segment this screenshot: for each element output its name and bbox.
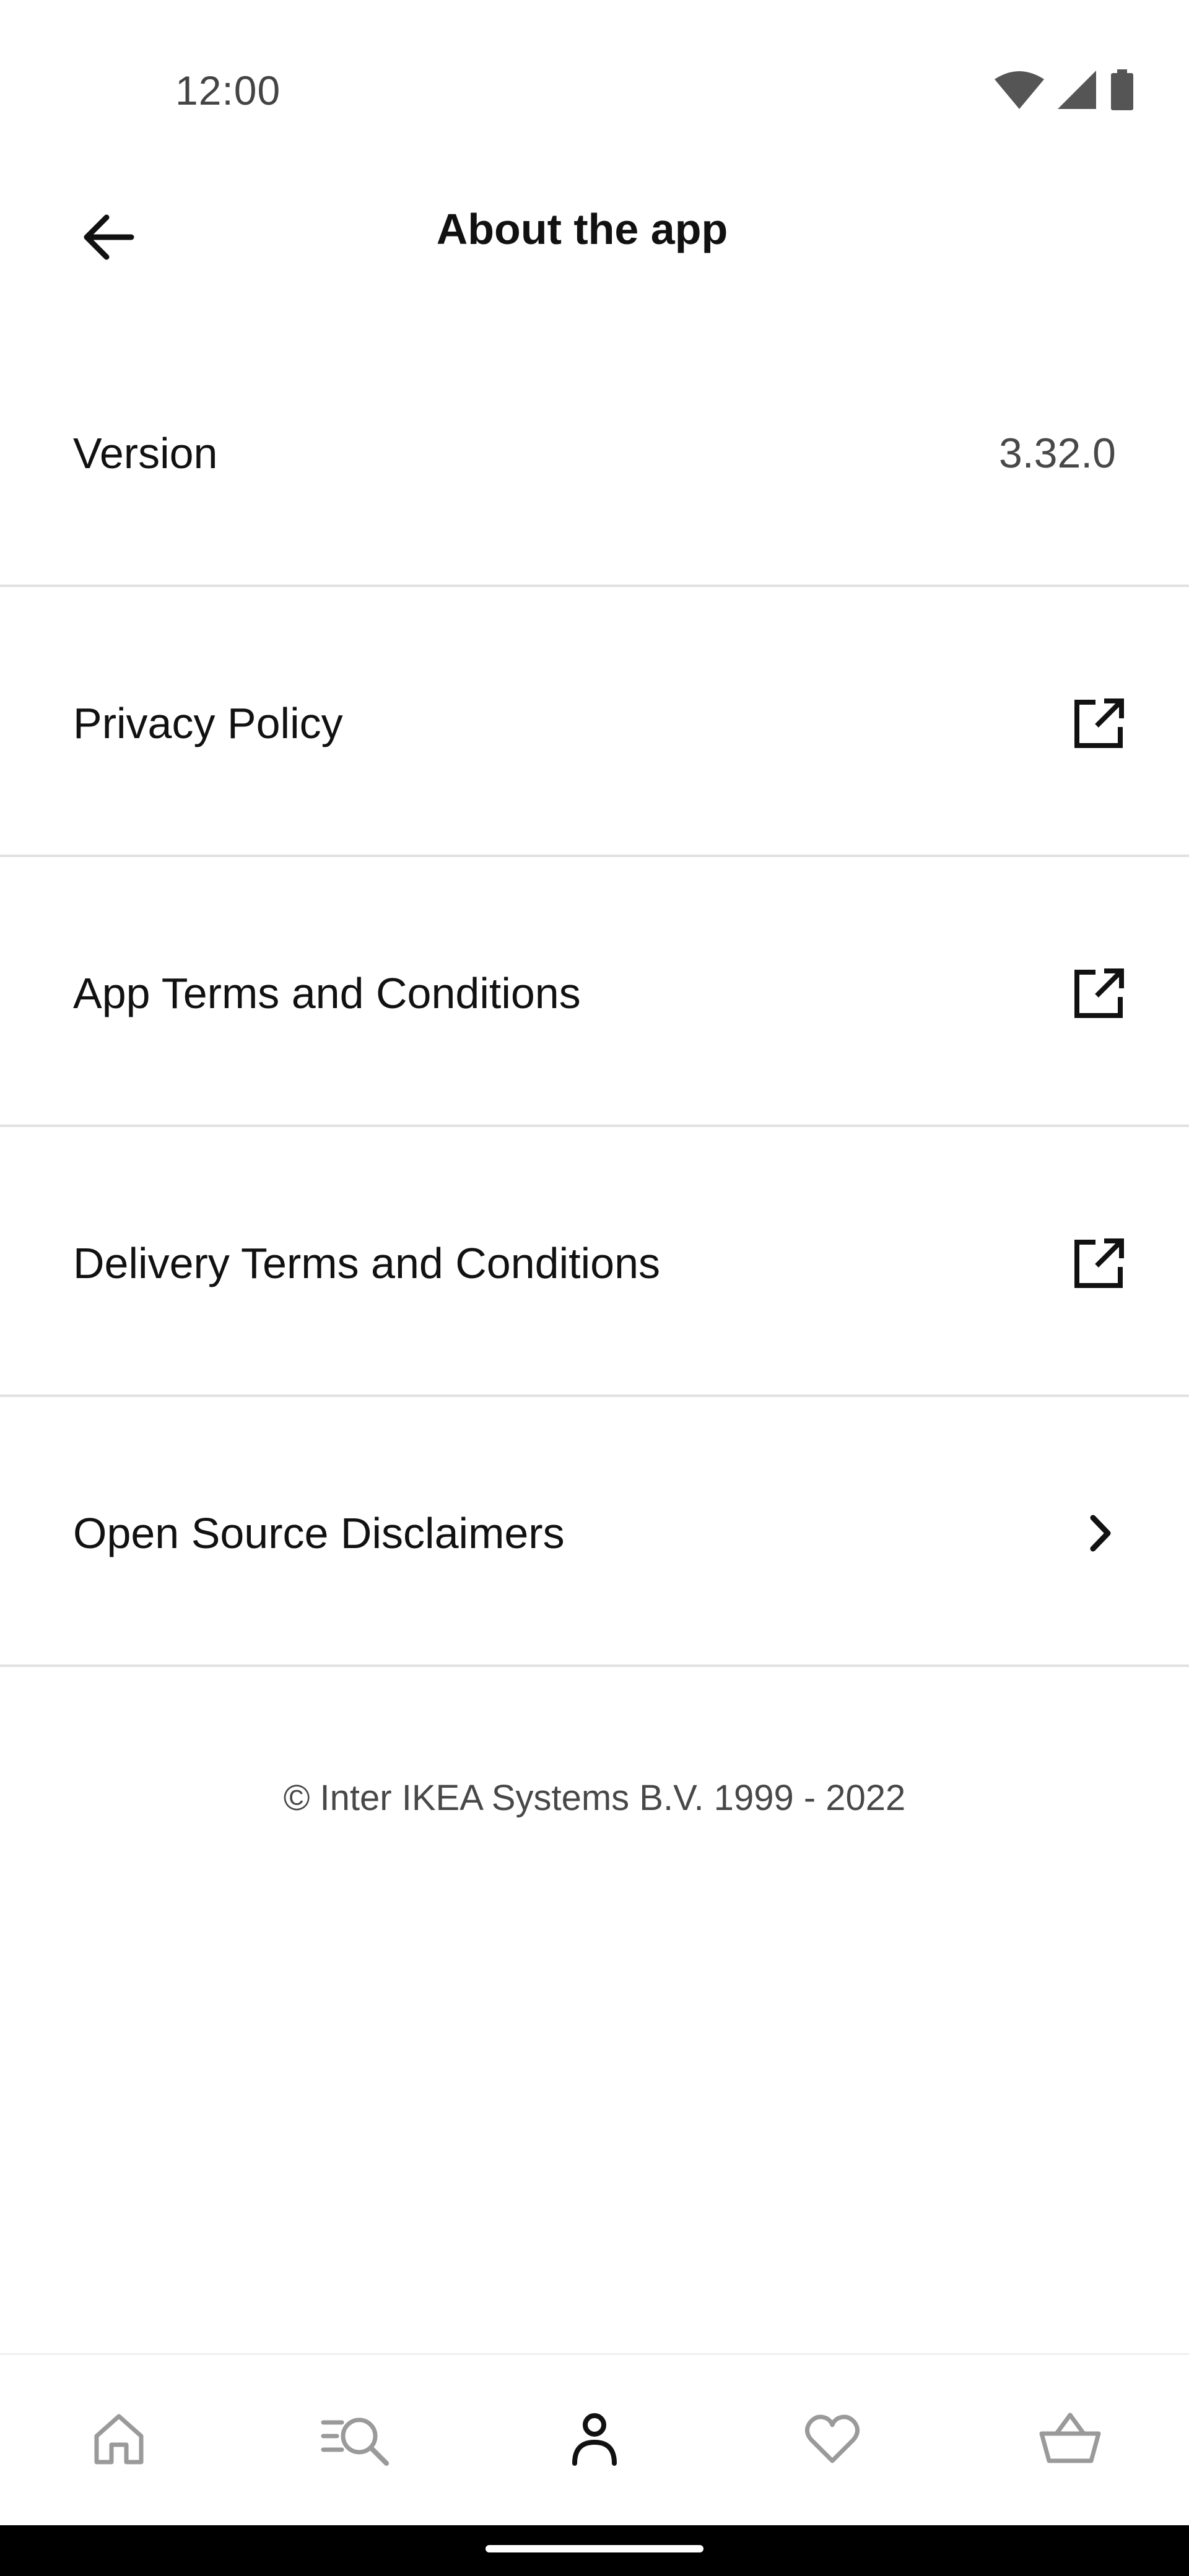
profile-icon bbox=[565, 2409, 624, 2471]
version-row: Version 3.32.0 bbox=[0, 318, 1189, 588]
divider bbox=[0, 585, 1189, 587]
bottom-nav bbox=[0, 2353, 1189, 2525]
divider bbox=[0, 1125, 1189, 1127]
open-source-label: Open Source Disclaimers bbox=[73, 1509, 565, 1557]
app-terms-row[interactable]: App Terms and Conditions bbox=[0, 858, 1189, 1128]
external-link-icon bbox=[1065, 689, 1133, 757]
home-gesture-handle[interactable] bbox=[486, 2545, 703, 2552]
battery-icon bbox=[1110, 69, 1135, 110]
status-icons bbox=[995, 69, 1135, 110]
privacy-policy-row[interactable]: Privacy Policy bbox=[0, 588, 1189, 858]
nav-profile[interactable] bbox=[476, 2355, 713, 2525]
divider bbox=[0, 1395, 1189, 1397]
privacy-policy-label: Privacy Policy bbox=[73, 699, 343, 747]
cellular-signal-icon bbox=[1058, 71, 1096, 109]
heart-icon bbox=[803, 2409, 862, 2471]
chevron-right-icon bbox=[1065, 1499, 1133, 1567]
external-link-icon bbox=[1065, 1229, 1133, 1297]
status-bar: 12:00 bbox=[0, 0, 1189, 155]
nav-home[interactable] bbox=[0, 2355, 238, 2525]
divider bbox=[0, 1664, 1189, 1667]
version-value: 3.32.0 bbox=[998, 430, 1116, 477]
version-label: Version bbox=[73, 429, 218, 477]
delivery-terms-label: Delivery Terms and Conditions bbox=[73, 1239, 661, 1287]
basket-icon bbox=[1038, 2409, 1102, 2471]
page-title: About the app bbox=[436, 205, 728, 253]
app-terms-label: App Terms and Conditions bbox=[73, 969, 581, 1017]
nav-favorites[interactable] bbox=[713, 2355, 951, 2525]
nav-basket[interactable] bbox=[951, 2355, 1189, 2525]
delivery-terms-row[interactable]: Delivery Terms and Conditions bbox=[0, 1128, 1189, 1398]
nav-search[interactable] bbox=[238, 2355, 476, 2525]
search-icon bbox=[321, 2409, 393, 2471]
copyright-text: © Inter IKEA Systems B.V. 1999 - 2022 bbox=[283, 1778, 906, 1818]
home-icon bbox=[89, 2409, 149, 2471]
external-link-icon bbox=[1065, 959, 1133, 1027]
system-gesture-bar bbox=[0, 2525, 1189, 2576]
open-source-row[interactable]: Open Source Disclaimers bbox=[0, 1398, 1189, 1668]
app-bar: About the app bbox=[0, 161, 1189, 310]
wifi-icon bbox=[995, 71, 1044, 109]
divider bbox=[0, 855, 1189, 857]
about-app-screen: 12:00 About the app Version 3.32.0 Priva… bbox=[0, 0, 1189, 2576]
status-time: 12:00 bbox=[175, 67, 281, 113]
